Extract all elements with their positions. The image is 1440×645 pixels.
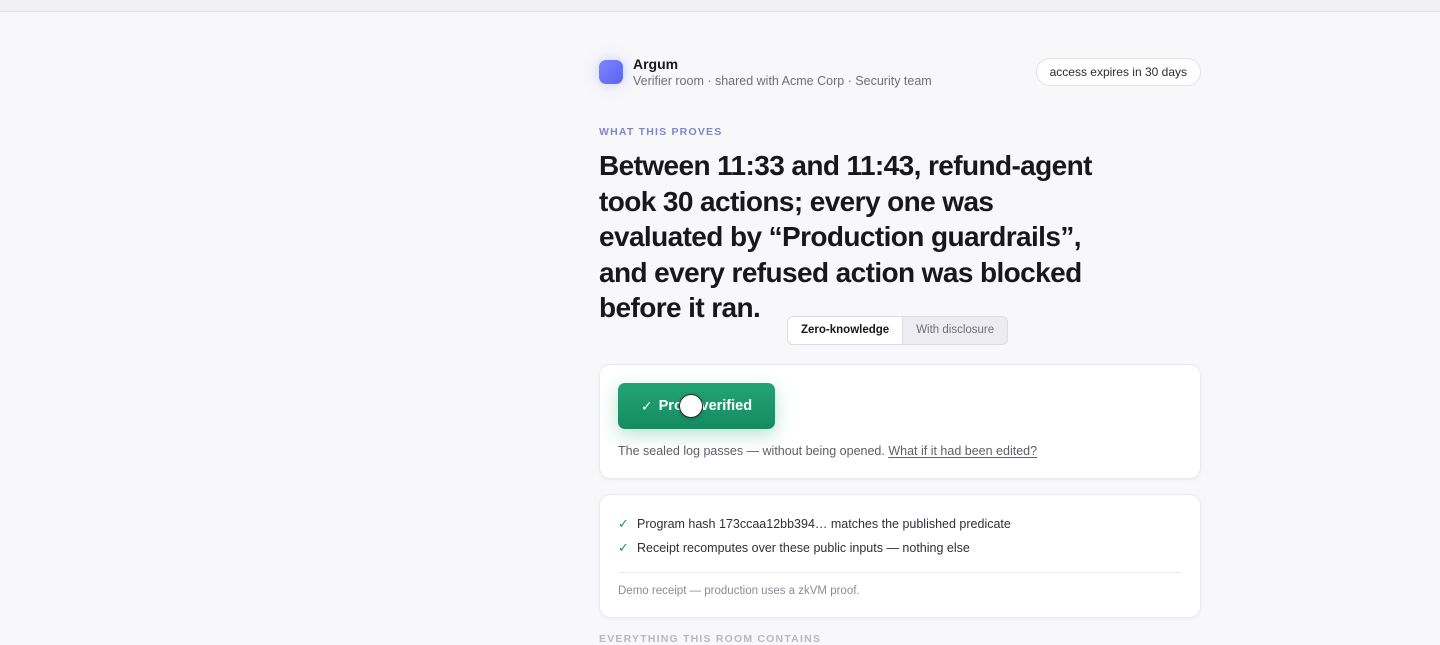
checkmark-icon: ✓ bbox=[618, 516, 629, 531]
access-expiry-badge: access expires in 30 days bbox=[1035, 58, 1201, 86]
claim-headline: Between 11:33 and 11:43, refund-agent to… bbox=[599, 150, 1092, 323]
verification-description-text: The sealed log passes — without being op… bbox=[618, 444, 885, 458]
check-item: ✓ Program hash 173ccaa12bb394… matches t… bbox=[618, 516, 1011, 532]
mouse-cursor-indicator bbox=[679, 394, 703, 418]
proof-verified-label: Proof verified bbox=[658, 398, 753, 414]
argum-logo-icon bbox=[599, 60, 623, 84]
mode-zero-knowledge[interactable]: Zero-knowledge bbox=[788, 317, 904, 344]
checkmark-icon: ✓ bbox=[618, 540, 629, 555]
check-item-text: Program hash 173ccaa12bb394… matches the… bbox=[637, 517, 1011, 531]
disclosure-mode-toggle: Zero-knowledge With disclosure bbox=[787, 316, 1009, 345]
check-icon: ✓ bbox=[640, 397, 653, 414]
check-item-text: Receipt recomputes over these public inp… bbox=[637, 541, 970, 555]
verification-description: The sealed log passes — without being op… bbox=[618, 444, 1037, 458]
room-contents-heading: EVERYTHING THIS ROOM CONTAINS bbox=[599, 633, 822, 645]
verification-card: ✓ Proof verified The sealed log passes —… bbox=[599, 364, 1201, 479]
mode-with-disclosure[interactable]: With disclosure bbox=[903, 317, 1007, 344]
room-subtitle: Verifier room · shared with Acme Corp · … bbox=[633, 74, 932, 88]
verifier-room-column: Argum Verifier room · shared with Acme C… bbox=[599, 0, 1201, 645]
divider bbox=[618, 572, 1182, 573]
claim-eyebrow: WHAT THIS PROVES bbox=[599, 126, 723, 138]
room-header: Argum Verifier room · shared with Acme C… bbox=[599, 54, 1201, 92]
checks-card: ✓ Program hash 173ccaa12bb394… matches t… bbox=[599, 494, 1201, 618]
demo-receipt-note: Demo receipt — production uses a zkVM pr… bbox=[618, 585, 860, 597]
check-item: ✓ Receipt recomputes over these public i… bbox=[618, 540, 970, 556]
edited-scenario-link[interactable]: What if it had been edited? bbox=[888, 444, 1037, 458]
brand-name: Argum bbox=[633, 56, 679, 72]
